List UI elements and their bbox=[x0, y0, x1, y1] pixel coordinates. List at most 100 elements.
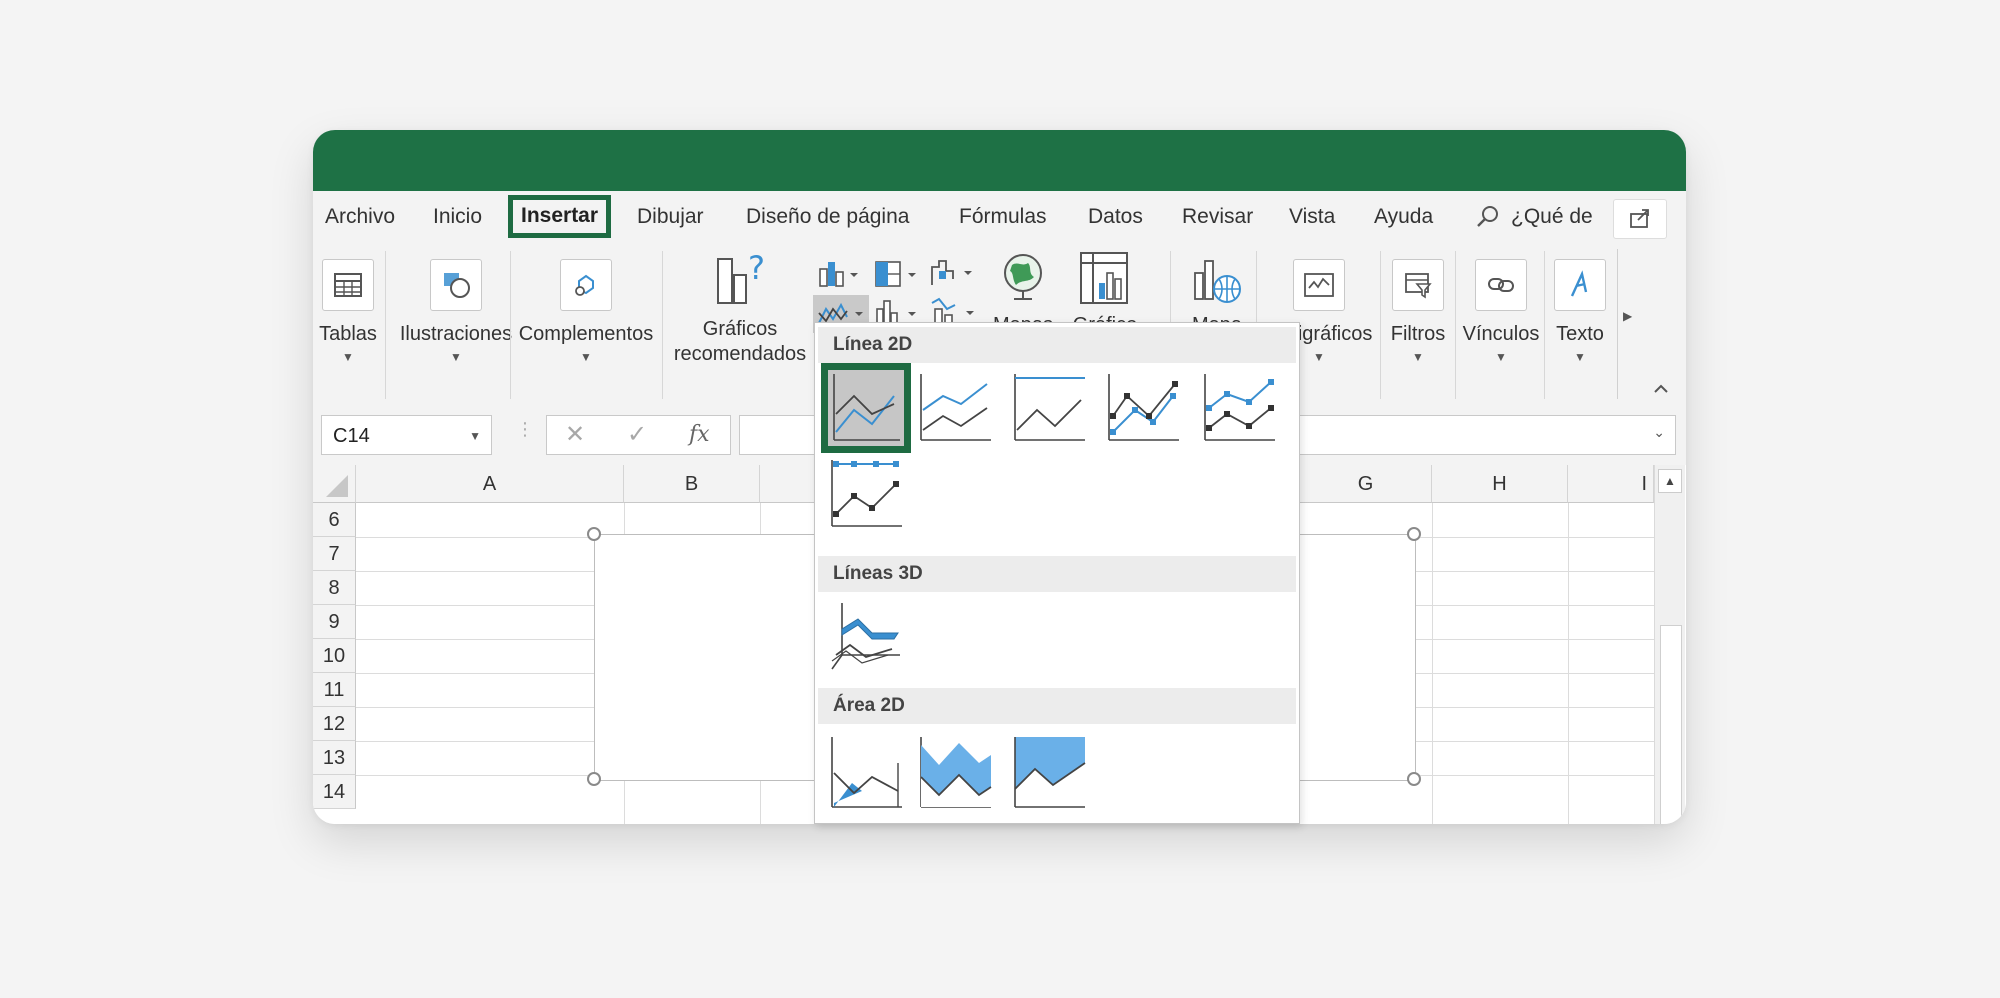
vertical-scrollbar[interactable]: ▲ bbox=[1654, 465, 1685, 824]
chevron-down-icon: ▼ bbox=[342, 350, 354, 364]
ilustraciones-label: Ilustraciones bbox=[399, 323, 513, 345]
ribbon-divider bbox=[385, 251, 386, 399]
chart-option-100-stacked-line-markers[interactable] bbox=[828, 456, 904, 532]
filtros-label: Filtros bbox=[1390, 323, 1446, 345]
tablas-label: Tablas bbox=[319, 323, 377, 345]
svg-text:?: ? bbox=[748, 249, 765, 287]
chart-option-line[interactable] bbox=[821, 363, 911, 453]
complementos-label: Complementos bbox=[518, 323, 654, 345]
column-header-i[interactable]: I bbox=[1568, 465, 1654, 503]
ilustraciones-button[interactable]: Ilustraciones ▼ bbox=[389, 259, 523, 364]
tab-diseno-de-pagina[interactable]: Diseño de página bbox=[746, 205, 909, 229]
column-header-a[interactable]: A bbox=[356, 465, 624, 503]
table-icon bbox=[322, 259, 374, 311]
tab-revisar[interactable]: Revisar bbox=[1182, 205, 1253, 229]
collapse-ribbon-icon[interactable] bbox=[1652, 383, 1670, 395]
search-tell-me[interactable]: ¿Qué de bbox=[1511, 205, 1601, 229]
chart-option-line-markers[interactable] bbox=[1105, 370, 1181, 446]
chevron-down-icon[interactable]: ▼ bbox=[469, 416, 481, 456]
title-bar bbox=[313, 130, 1686, 191]
search-icon[interactable] bbox=[1473, 202, 1503, 232]
row-header-7[interactable]: 7 bbox=[313, 537, 356, 571]
row-header-9[interactable]: 9 bbox=[313, 605, 356, 639]
addins-icon bbox=[560, 259, 612, 311]
enter-check-icon[interactable]: ✓ bbox=[627, 420, 647, 449]
graficos-label-2: recomendados bbox=[673, 343, 807, 365]
column-header-g[interactable]: G bbox=[1300, 465, 1432, 503]
ribbon-divider bbox=[1455, 251, 1456, 399]
tab-inicio[interactable]: Inicio bbox=[433, 205, 482, 229]
row-header-14[interactable]: 14 bbox=[313, 775, 356, 809]
row-header-12[interactable]: 12 bbox=[313, 707, 356, 741]
tab-vista[interactable]: Vista bbox=[1289, 205, 1335, 229]
row-header-6[interactable]: 6 bbox=[313, 503, 356, 537]
texto-button[interactable]: Texto ▼ bbox=[1547, 259, 1613, 364]
chevron-down-icon: ▼ bbox=[450, 350, 462, 364]
column-header-b[interactable]: B bbox=[624, 465, 760, 503]
scrollbar-thumb[interactable] bbox=[1660, 625, 1682, 824]
insert-function-icon[interactable]: fx bbox=[689, 422, 710, 447]
waterfall-chart-icon[interactable] bbox=[929, 257, 975, 289]
hierarchy-chart-icon[interactable] bbox=[873, 259, 919, 289]
tab-datos[interactable]: Datos bbox=[1088, 205, 1143, 229]
chevron-down-icon[interactable]: ⌄ bbox=[1653, 424, 1665, 441]
column-chart-icon[interactable] bbox=[817, 259, 861, 289]
tab-formulas[interactable]: Fórmulas bbox=[959, 205, 1047, 229]
section-header-area-2d: Área 2D bbox=[818, 688, 1296, 724]
resize-handle-bottom-left[interactable] bbox=[587, 772, 601, 786]
resize-handle-top-left[interactable] bbox=[587, 527, 601, 541]
cancel-icon[interactable]: ✕ bbox=[565, 420, 585, 449]
text-icon bbox=[1554, 259, 1606, 311]
chart-option-stacked-area[interactable] bbox=[917, 733, 993, 809]
row-header-8[interactable]: 8 bbox=[313, 571, 356, 605]
ribbon-scroll-right-icon[interactable]: ▶ bbox=[1623, 309, 1632, 323]
share-icon bbox=[1630, 209, 1649, 228]
select-all-corner[interactable] bbox=[313, 465, 356, 503]
ribbon-divider bbox=[1544, 251, 1545, 399]
chart-option-stacked-line-markers[interactable] bbox=[1201, 370, 1277, 446]
tab-archivo[interactable]: Archivo bbox=[325, 205, 395, 229]
chevron-down-icon: ▼ bbox=[1495, 350, 1507, 364]
menu-bar: Archivo Inicio Insertar Dibujar Diseño d… bbox=[313, 191, 1686, 243]
chevron-down-icon: ▼ bbox=[580, 350, 592, 364]
graficos-label-1: Gráficos bbox=[702, 318, 778, 340]
chart-option-area[interactable] bbox=[828, 733, 904, 809]
tablas-button[interactable]: Tablas ▼ bbox=[319, 259, 377, 364]
grid-line bbox=[1568, 503, 1569, 824]
complementos-button[interactable]: Complementos ▼ bbox=[515, 259, 657, 364]
pivot-chart-icon bbox=[1080, 252, 1128, 304]
graficos-recomendados-button[interactable]: ? Gráficos recomendados bbox=[670, 249, 810, 366]
chart-option-100-stacked-area[interactable] bbox=[1011, 733, 1087, 809]
row-header-13[interactable]: 13 bbox=[313, 741, 356, 775]
filtros-button[interactable]: Filtros ▼ bbox=[1385, 259, 1451, 364]
chart-option-3d-line[interactable] bbox=[828, 599, 904, 675]
formula-bar-grip-icon: ⋮ bbox=[516, 419, 534, 439]
name-box[interactable]: C14 ▼ bbox=[321, 415, 492, 455]
vinculos-button[interactable]: Vínculos ▼ bbox=[1458, 259, 1544, 364]
tab-ayuda[interactable]: Ayuda bbox=[1374, 205, 1433, 229]
ribbon-divider bbox=[1380, 251, 1381, 399]
chart-option-100-stacked-line[interactable] bbox=[1011, 370, 1087, 446]
name-box-value: C14 bbox=[333, 425, 370, 447]
resize-handle-bottom-right[interactable] bbox=[1407, 772, 1421, 786]
row-header-11[interactable]: 11 bbox=[313, 673, 356, 707]
vinculos-label: Vínculos bbox=[1462, 323, 1540, 345]
ribbon-divider bbox=[1617, 249, 1618, 399]
ribbon-divider bbox=[510, 251, 511, 399]
sparklines-icon bbox=[1293, 259, 1345, 311]
section-header-linea-2d: Línea 2D bbox=[818, 327, 1296, 363]
tab-dibujar[interactable]: Dibujar bbox=[637, 205, 704, 229]
chart-option-stacked-line[interactable] bbox=[917, 370, 993, 446]
texto-label: Texto bbox=[1556, 323, 1604, 345]
scroll-up-icon[interactable]: ▲ bbox=[1658, 469, 1682, 493]
globe-icon bbox=[1004, 254, 1042, 300]
grid-line bbox=[1432, 503, 1433, 824]
row-header-10[interactable]: 10 bbox=[313, 639, 356, 673]
share-button[interactable] bbox=[1613, 199, 1667, 239]
section-header-lineas-3d: Líneas 3D bbox=[818, 556, 1296, 592]
filter-icon bbox=[1392, 259, 1444, 311]
column-header-h[interactable]: H bbox=[1432, 465, 1568, 503]
resize-handle-top-right[interactable] bbox=[1407, 527, 1421, 541]
tab-insertar[interactable]: Insertar bbox=[508, 195, 612, 238]
recommended-charts-icon: ? bbox=[717, 249, 765, 304]
